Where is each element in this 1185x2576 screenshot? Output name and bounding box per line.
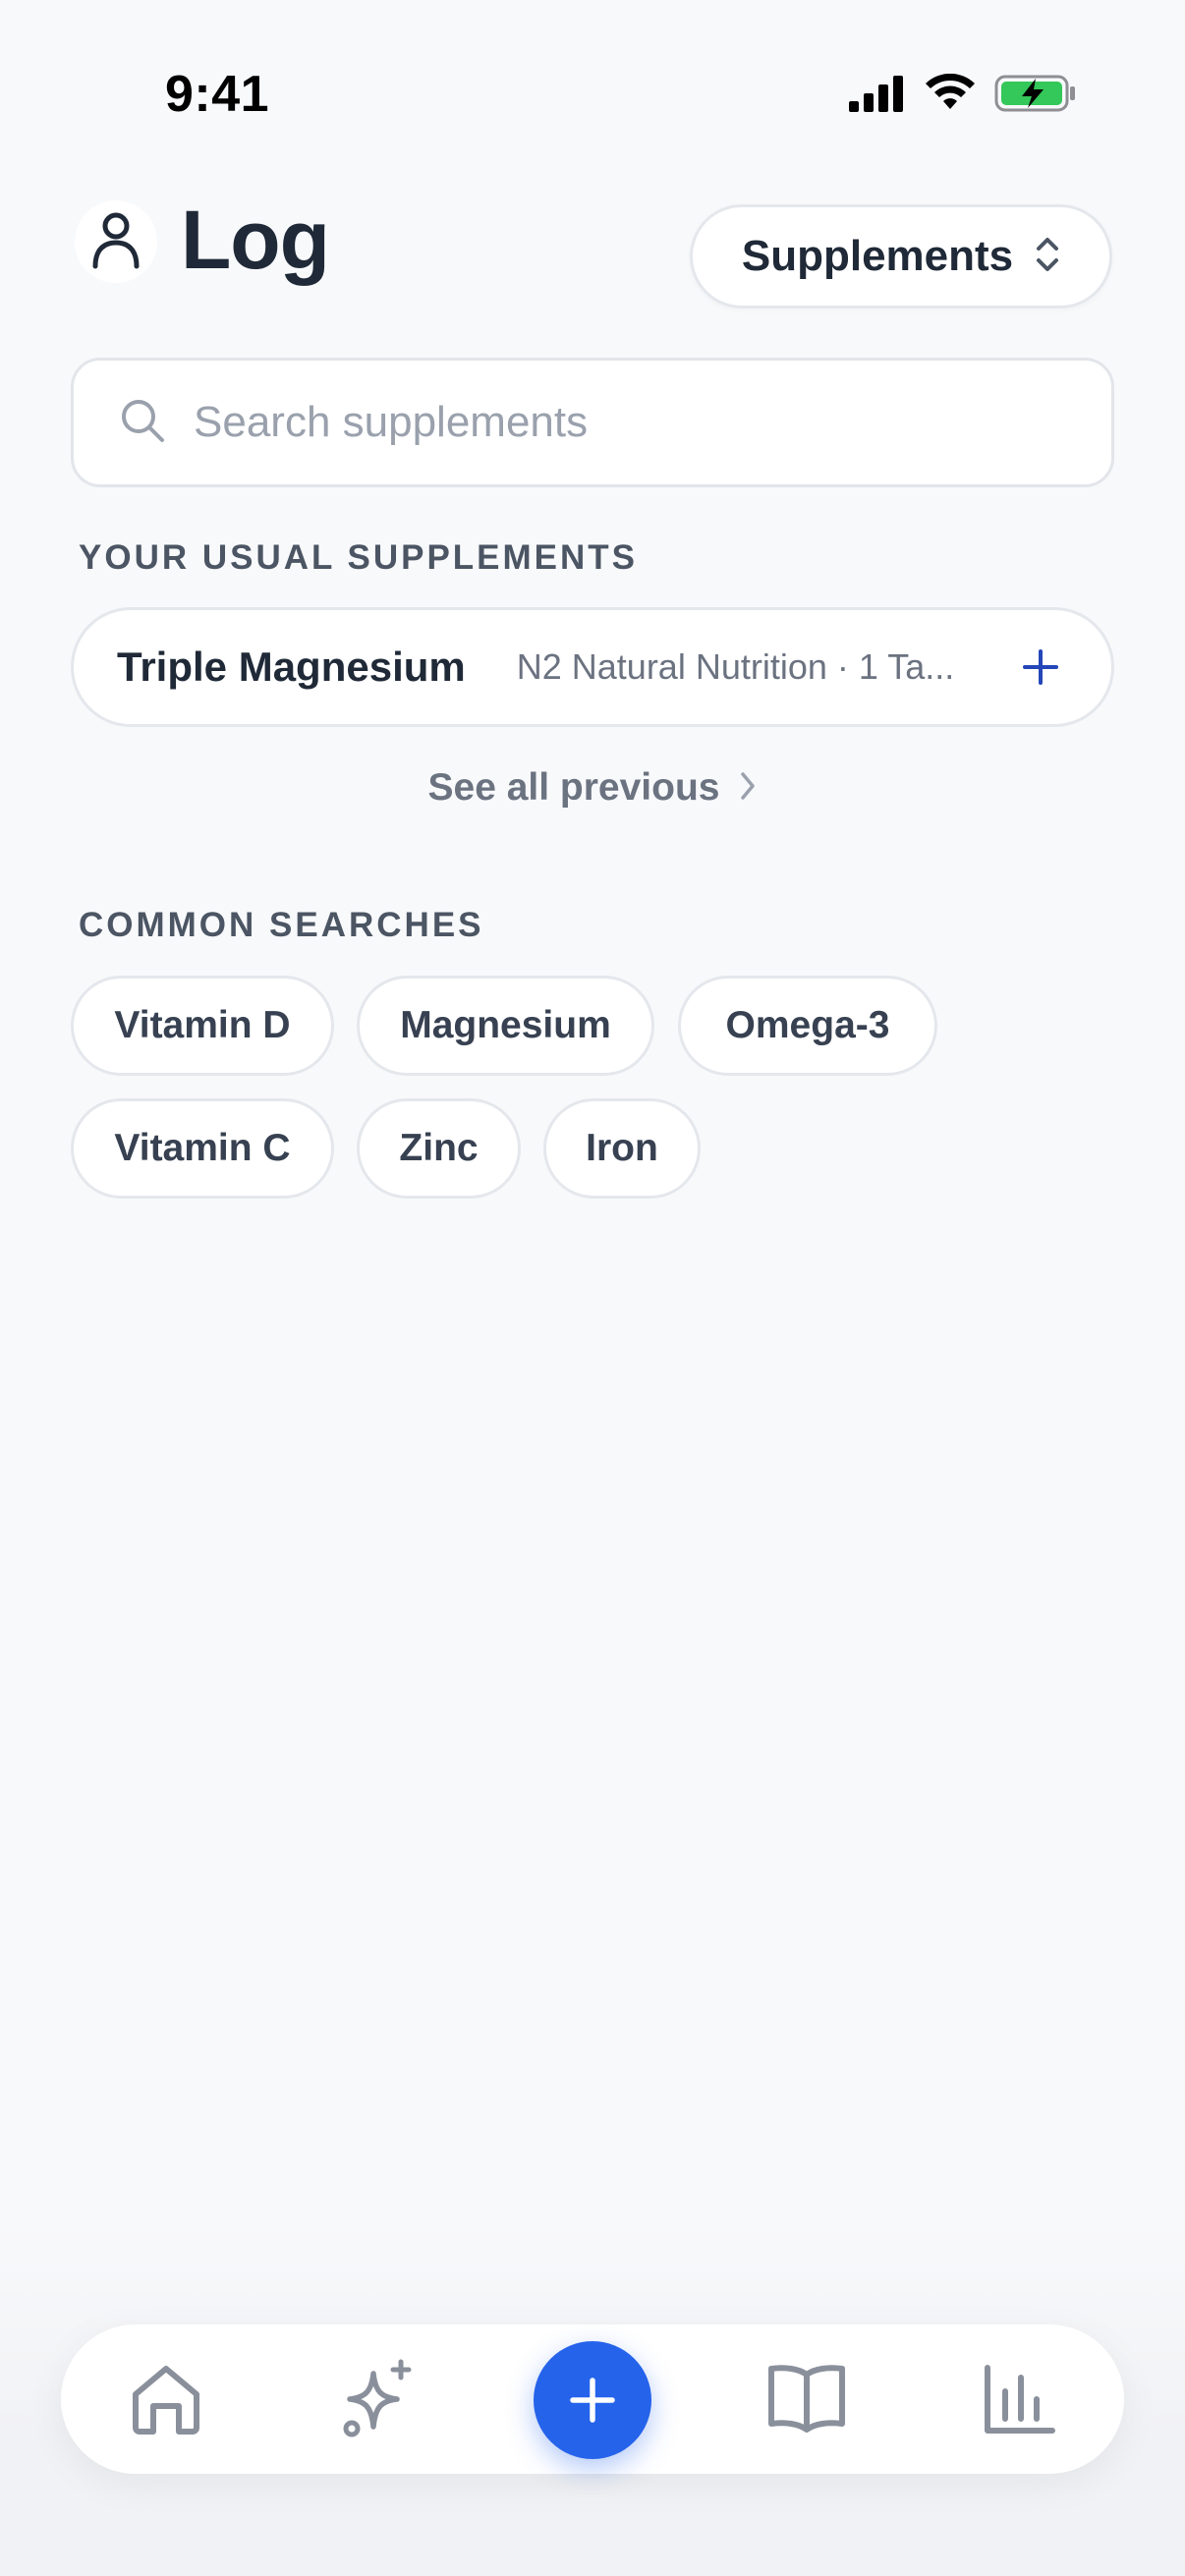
- tab-stats[interactable]: [978, 2358, 1060, 2440]
- search-field[interactable]: [71, 358, 1114, 487]
- see-all-previous-link[interactable]: See all previous: [0, 758, 1185, 817]
- home-icon: [133, 2366, 199, 2435]
- search-icon: [119, 397, 166, 449]
- tab-home[interactable]: [125, 2358, 207, 2440]
- plus-icon: [570, 2378, 615, 2423]
- battery-charging-icon: [994, 73, 1077, 119]
- common-search-chip[interactable]: Omega-3: [678, 976, 937, 1076]
- book-icon: [768, 2365, 845, 2433]
- tab-journal[interactable]: [765, 2358, 848, 2440]
- profile-button[interactable]: [75, 200, 157, 283]
- wifi-icon: [924, 73, 977, 118]
- chevron-right-icon: [739, 770, 757, 807]
- usual-section-heading: YOUR USUAL SUPPLEMENTS: [79, 538, 639, 577]
- tab-ai[interactable]: [336, 2358, 419, 2440]
- usual-supplement-row[interactable]: Triple Magnesium N2 Natural Nutrition · …: [71, 607, 1114, 727]
- plus-icon: [1023, 649, 1058, 685]
- see-all-previous-label: See all previous: [427, 766, 720, 809]
- sparkles-icon: [343, 2359, 412, 2437]
- common-search-chip[interactable]: Vitamin D: [71, 976, 334, 1076]
- status-icons: [847, 73, 1077, 119]
- chevron-up-down-icon: [1035, 235, 1060, 279]
- log-screen: 9:41 Log Supplements Search supplements …: [0, 0, 1185, 2576]
- common-search-chip[interactable]: Iron: [543, 1098, 701, 1199]
- common-search-chip[interactable]: Magnesium: [357, 976, 654, 1076]
- supplement-name: Triple Magnesium: [117, 644, 466, 690]
- bar-chart-icon: [985, 2365, 1055, 2434]
- person-icon: [90, 210, 141, 274]
- common-search-chip[interactable]: Vitamin C: [71, 1098, 334, 1199]
- status-time: 9:41: [165, 66, 270, 123]
- cellular-signal-icon: [847, 74, 906, 118]
- category-selector[interactable]: Supplements: [690, 204, 1112, 308]
- common-search-chip[interactable]: Zinc: [357, 1098, 521, 1199]
- add-supplement-button[interactable]: [1013, 640, 1068, 695]
- page-title: Log: [181, 194, 330, 286]
- category-selector-label: Supplements: [741, 232, 1014, 280]
- add-log-button[interactable]: [534, 2341, 651, 2459]
- common-section-heading: COMMON SEARCHES: [79, 906, 484, 944]
- supplement-detail: N2 Natural Nutrition · 1 Ta...: [516, 646, 955, 687]
- search-input[interactable]: [194, 398, 1058, 447]
